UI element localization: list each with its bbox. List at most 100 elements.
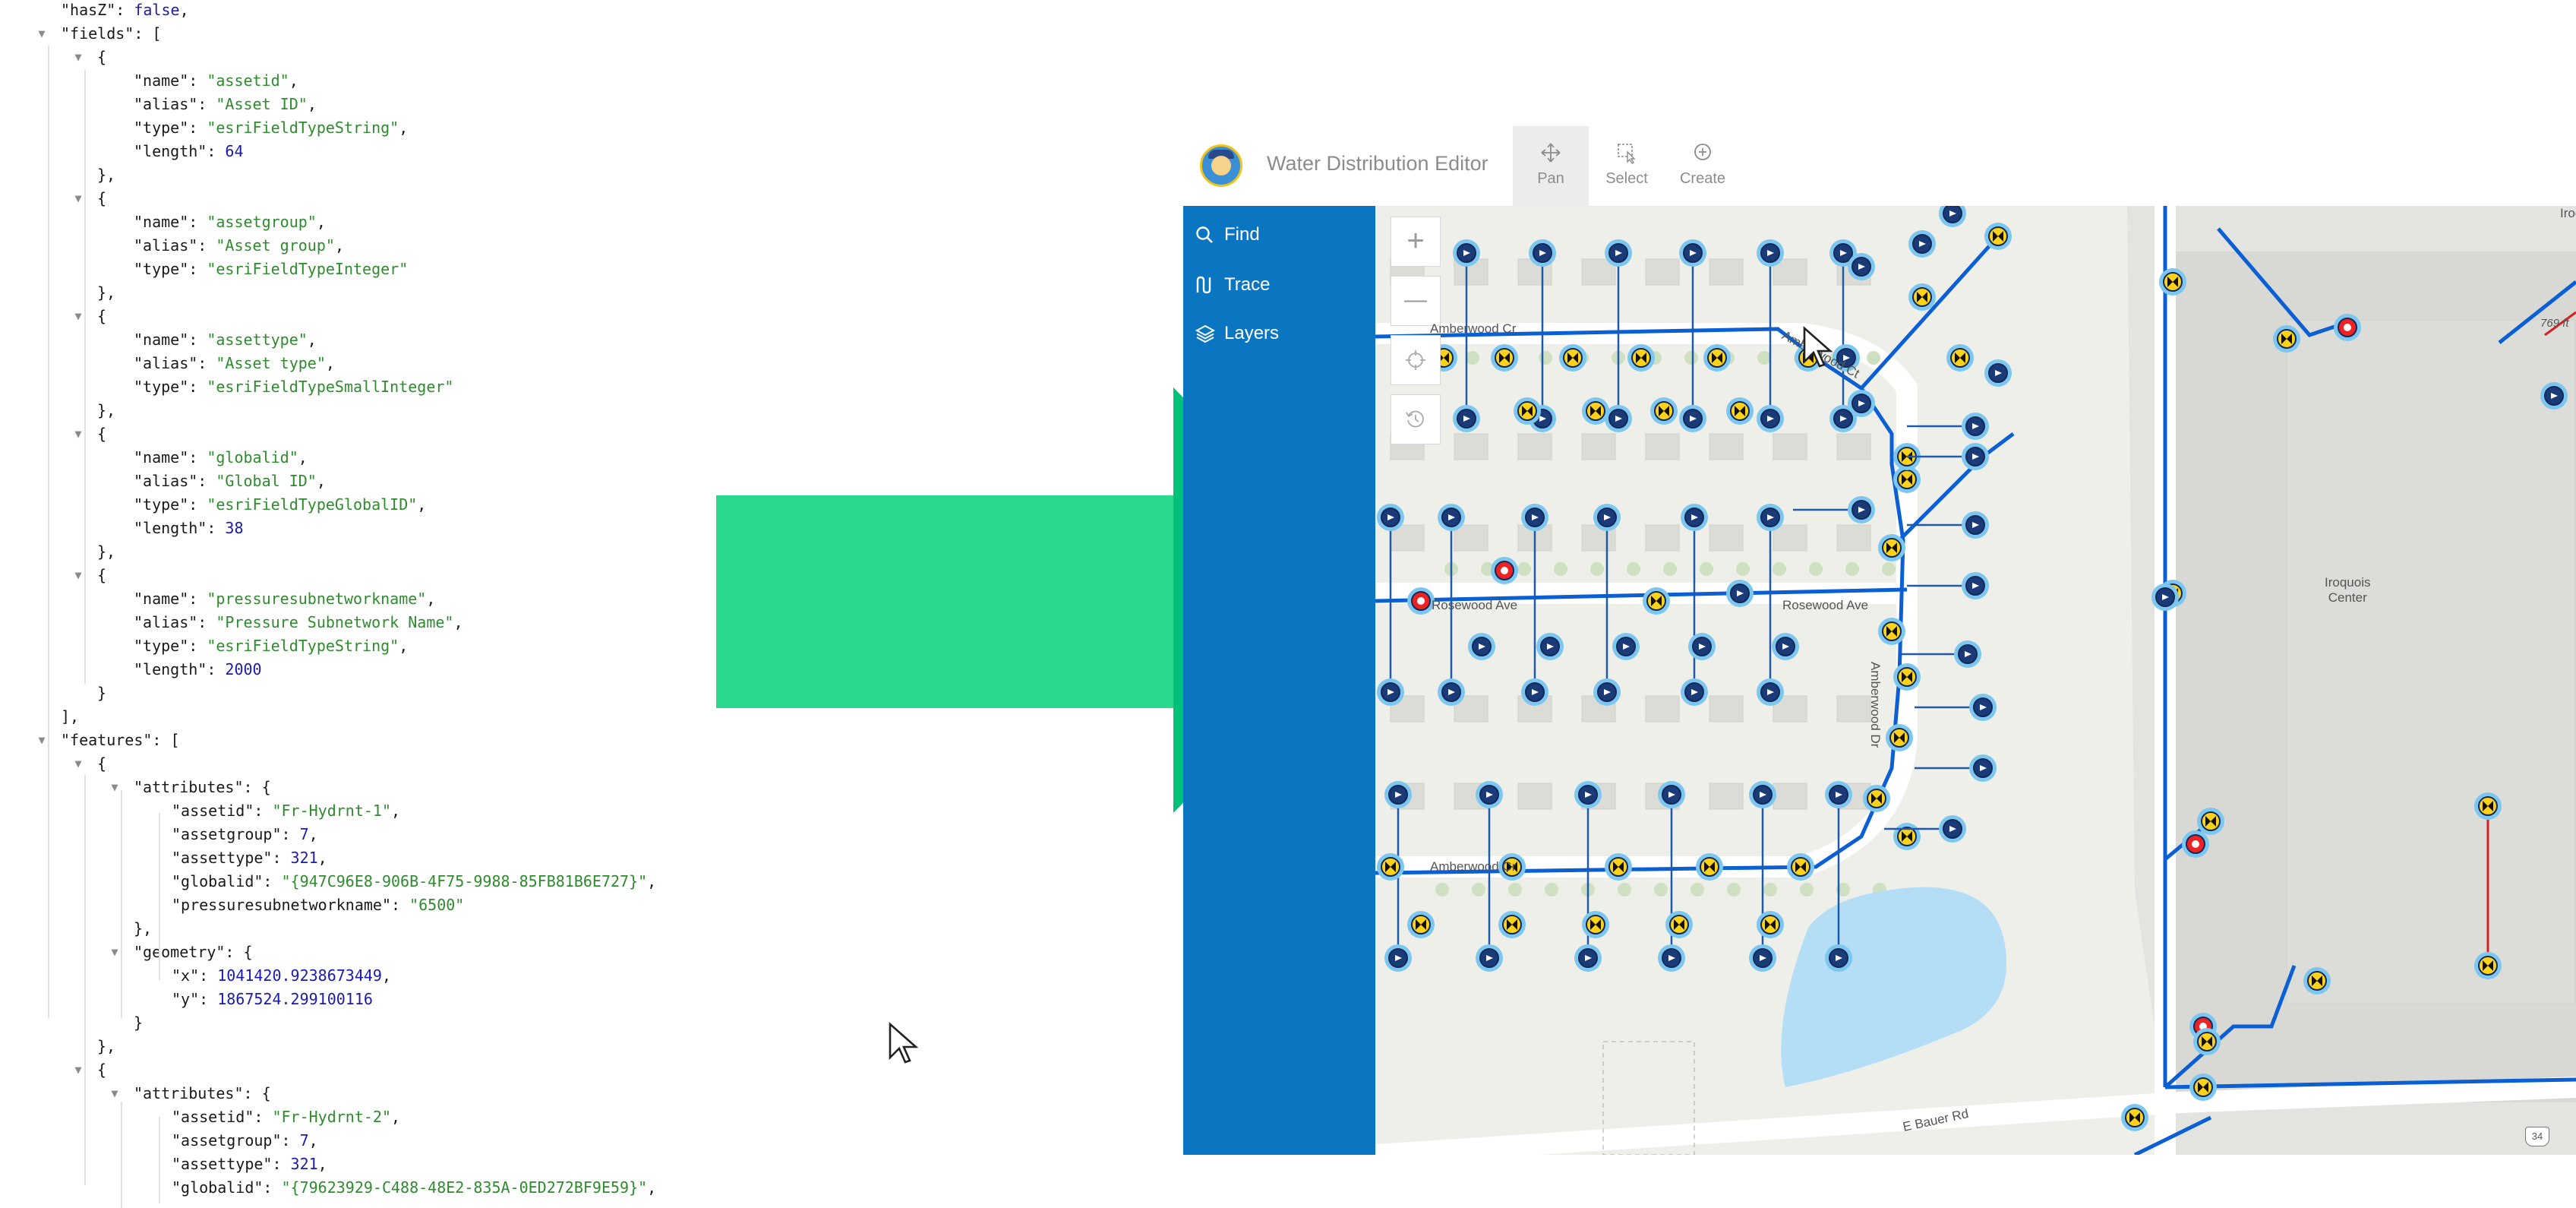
house-footprint [1581,433,1616,460]
json-line: "y": 1867524.299100116 [172,990,373,1008]
json-line: "length": 64 [134,142,244,160]
history-icon [1406,410,1424,428]
house-footprint [1709,524,1744,552]
json-line: "geometry": { [134,943,253,961]
map-canvas[interactable] [1375,206,2576,1155]
json-line: "assetgroup": 7, [172,1131,318,1149]
house-footprint [1773,433,1807,460]
select-tool-button[interactable]: Select [1589,126,1665,206]
json-line: }, [97,1037,116,1055]
indent-guide [48,46,49,1018]
locate-button[interactable] [1391,335,1441,385]
json-line: "alias": "Asset type", [134,354,335,372]
collapse-toggle-icon[interactable]: ▼ [36,729,48,752]
tree [1882,562,1896,576]
tree [1554,562,1567,576]
indent-guide [121,790,122,1018]
collapse-toggle-icon[interactable]: ▼ [72,305,84,328]
json-line: "type": "esriFieldTypeSmallInteger" [134,378,454,396]
collapse-toggle-icon[interactable]: ▼ [72,564,84,587]
json-line: ], [61,707,80,726]
json-line: "type": "esriFieldTypeString", [134,637,409,655]
json-line: "assetid": "Fr-Hydrnt-1", [172,802,401,820]
collapse-toggle-icon[interactable]: ▼ [72,46,84,69]
json-line: "assetid": "Fr-Hydrnt-2", [172,1108,401,1126]
tree [1867,351,1880,365]
collapse-toggle-icon[interactable]: ▼ [36,22,48,46]
indent-guide [121,1102,122,1208]
collapse-toggle-icon[interactable]: ▼ [72,1058,84,1082]
collapse-toggle-icon[interactable]: ▼ [109,1082,121,1105]
tree [1727,883,1741,897]
house-footprint [1645,695,1680,723]
sidebar-label-layers: Layers [1224,323,1280,343]
house-footprint [1709,258,1744,286]
json-line: "hasZ": false, [61,1,189,19]
indent-guide [159,813,160,980]
collapse-toggle-icon[interactable]: ▼ [109,941,121,964]
json-line: { [97,307,107,325]
collapse-toggle-icon[interactable]: ▼ [72,187,84,210]
place-label: Iroq [2560,206,2576,220]
json-line: "type": "esriFieldTypeString", [134,119,409,137]
sidebar-label-trace: Trace [1224,274,1271,295]
json-line: }, [97,283,116,302]
tree [1590,562,1604,576]
json-line: "pressuresubnetworkname": "6500" [172,896,465,914]
house-footprint [1709,783,1744,810]
json-line: "globalid": "{79623929-C488-48E2-835A-0E… [172,1178,657,1197]
trace-icon [1196,276,1211,294]
tree [1690,883,1704,897]
layers-icon [1195,324,1215,343]
map-view[interactable]: + — Amberwood Cr Amberwood Ct Rosewood A… [1375,206,2576,1155]
tool-label-pan: Pan [1537,170,1564,187]
tree [1539,351,1552,365]
json-line: { [97,1061,107,1079]
json-line: { [97,189,107,207]
building-footprint [2286,319,2576,1004]
collapse-toggle-icon[interactable]: ▼ [109,776,121,799]
json-line: "length": 38 [134,519,244,537]
json-line: "attributes": { [134,1084,271,1102]
collapse-toggle-icon[interactable]: ▼ [72,422,84,446]
pan-tool-button[interactable]: Pan [1513,126,1589,206]
zoom-in-button[interactable]: + [1391,217,1441,267]
tree [1736,562,1750,576]
crosshair-icon [1406,350,1425,370]
tree [1763,883,1777,897]
history-button[interactable] [1391,394,1441,444]
tree [1684,351,1698,365]
dimension-label: 769 ft [2540,317,2569,330]
mouse-cursor-icon [889,1022,919,1064]
select-icon [1618,144,1636,164]
zoom-out-button[interactable]: — [1391,276,1441,326]
json-line: "name": "assetid", [134,71,298,90]
tree [1757,351,1771,365]
json-line: }, [97,542,116,561]
tool-label-select: Select [1605,170,1648,187]
json-line: { [97,566,107,584]
sidebar-label-find: Find [1224,224,1260,245]
move-icon [1541,143,1561,163]
valve-glyph [2192,840,2199,848]
indent-guide [84,70,86,684]
json-line: }, [97,166,116,184]
house-footprint [1517,783,1552,810]
sidebar: Find Trace Layers [1183,206,1375,1155]
tree [1773,562,1786,576]
create-tool-button[interactable]: Create [1665,126,1741,206]
tree [1472,883,1485,897]
house-footprint [1773,783,1807,810]
route-shield: 34 [2525,1127,2549,1146]
json-line: "fields": [ [61,24,162,43]
tree [1618,883,1631,897]
json-line: "name": "assetgroup", [134,213,326,231]
indent-guide [159,1117,160,1203]
house-footprint [1836,433,1871,460]
app-header: Water Distribution Editor Pan Select Cre… [1183,126,2576,207]
json-line: { [97,48,107,66]
json-line: "name": "pressuresubnetworkname", [134,590,436,608]
json-line: "attributes": { [134,778,271,796]
json-line: "assetgroup": 7, [172,825,318,843]
collapse-toggle-icon[interactable]: ▼ [72,752,84,776]
